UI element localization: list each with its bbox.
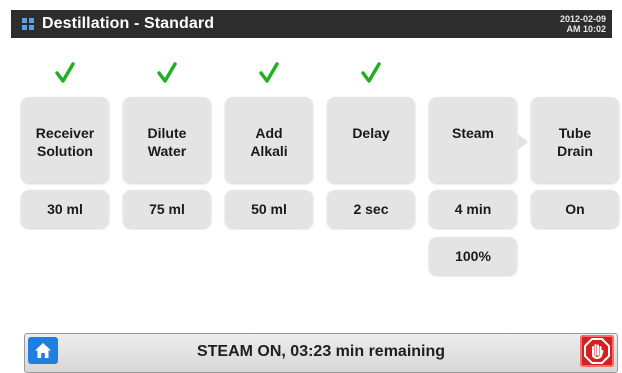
step-label-line2: Alkali [250,143,288,159]
add-alkali-value[interactable]: 50 ml [225,190,313,228]
step-dilute-water-button[interactable]: Dilute Water [123,97,211,183]
step-label-line1: Dilute [147,125,187,141]
step-label-line1: Steam [451,125,495,141]
stop-hand-icon [584,338,610,364]
stop-button[interactable] [580,335,614,367]
time-text: AM 10:02 [566,24,606,34]
dilute-water-value[interactable]: 75 ml [123,190,211,228]
status-bar: STEAM ON, 03:23 min remaining [24,333,618,373]
step-label-line1: Delay [352,125,390,141]
steam-time-value[interactable]: 4 min [429,190,517,228]
step-label-line1: Add [255,125,283,141]
receiver-solution-value[interactable]: 30 ml [21,190,109,228]
title-bar: Destillation - Standard 2012-02-09 AM 10… [11,10,612,38]
step-label-line1: Receiver [35,125,95,141]
step-delay-button[interactable]: Delay [327,97,415,183]
status-text: STEAM ON, 03:23 min remaining [196,343,446,360]
arrow-right-icon [518,134,528,150]
datetime: 2012-02-09 AM 10:02 [560,14,606,34]
step-receiver-solution-button[interactable]: Receiver Solution [21,97,109,183]
grid-icon [22,18,34,30]
date-text: 2012-02-09 [559,14,606,24]
step-label-line2: Drain [557,143,593,159]
step-label-line2: Solution [37,143,93,159]
steam-power-value[interactable]: 100% [429,237,517,275]
checkmark-icon [361,62,381,84]
page-title: Destillation - Standard [42,15,215,32]
step-steam-button[interactable]: Steam [429,97,517,183]
step-label-line2: Water [147,143,187,159]
step-tube-drain-button[interactable]: Tube Drain [531,97,619,183]
delay-value[interactable]: 2 sec [327,190,415,228]
checkmark-icon [157,62,177,84]
tube-drain-value[interactable]: On [531,190,619,228]
step-add-alkali-button[interactable]: Add Alkali [225,97,313,183]
checkmark-icon [259,62,279,84]
step-label-line1: Tube [558,125,592,141]
checkmark-icon [55,62,75,84]
